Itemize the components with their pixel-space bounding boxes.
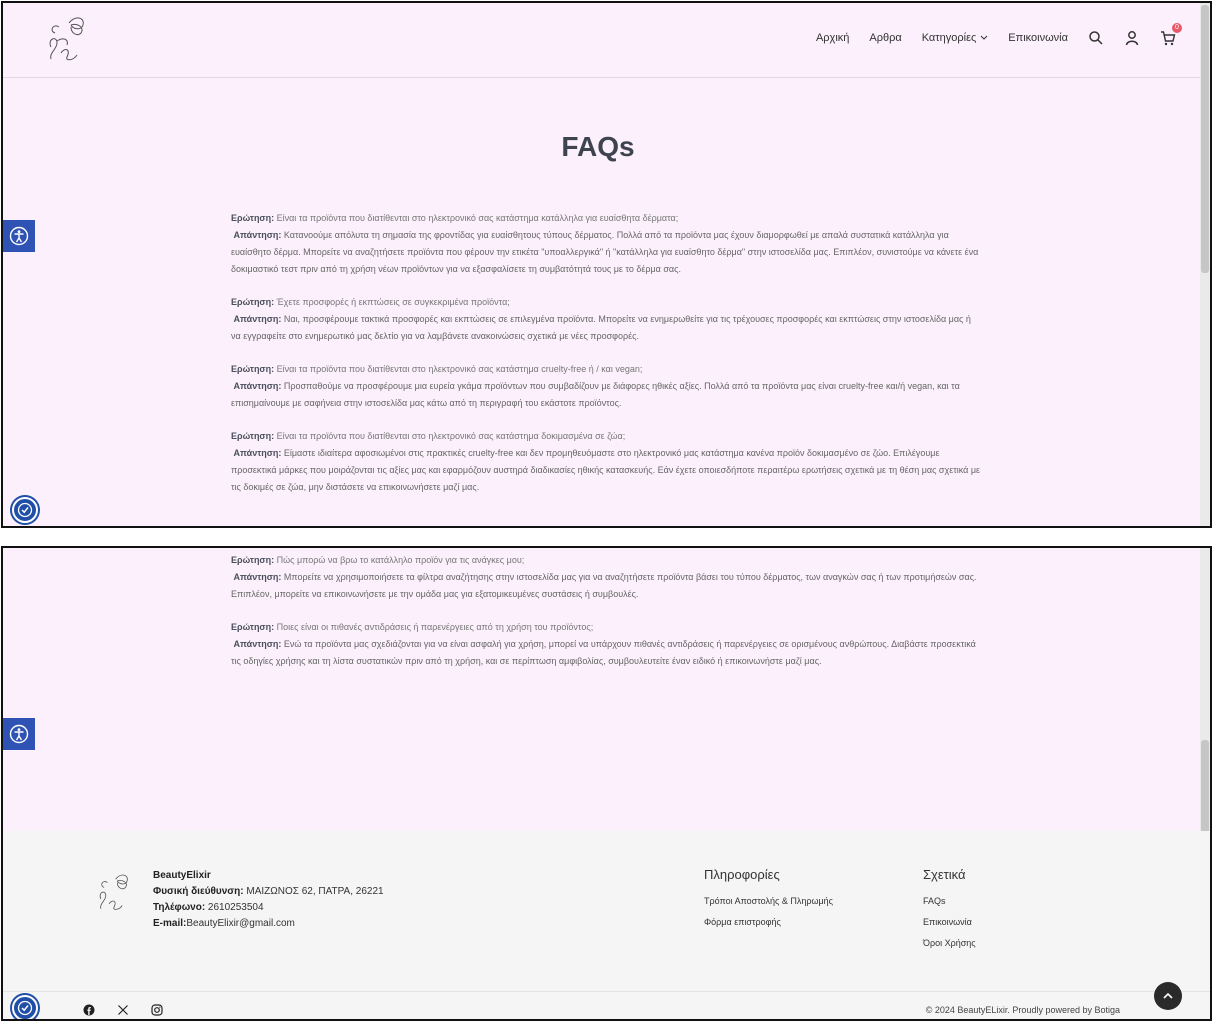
accessibility-toggle-button[interactable] [3, 220, 35, 252]
nav-categories[interactable]: Κατηγορίες [922, 32, 989, 44]
link-contact[interactable]: Επικοινωνία [923, 917, 976, 927]
scrollbar-thumb[interactable] [1201, 5, 1209, 273]
email-label: E-mail: [153, 918, 187, 929]
site-header: Αρχική Αρθρα Κατηγορίες Επικοινωνία 0 [3, 3, 1210, 78]
answer-text: Προσπαθούμε να προσφέρουμε μια ευρεία γκ… [231, 381, 960, 408]
link-shipping-payment[interactable]: Τρόποι Αποστολής & Πληρωμής [704, 896, 833, 906]
facebook-icon[interactable] [83, 1003, 95, 1016]
answer-label: Απάντηση: [233, 572, 282, 582]
answer-label: Απάντηση: [233, 314, 282, 324]
footer-bottom-bar: © 2024 BeautyELixir. Proudly powered by … [3, 991, 1210, 1019]
footer-about-title: Σχετικά [923, 867, 966, 882]
instagram-icon[interactable] [151, 1003, 163, 1016]
page-bottom-view: Ερώτηση: Πώς μπορώ να βρω το κατάλληλο π… [1, 546, 1212, 1021]
question-text: Έχετε προσφορές ή εκπτώσεις σε συγκεκριμ… [274, 297, 510, 307]
nav-contact-label: Επικοινωνία [1008, 32, 1068, 44]
accessibility-toggle-button[interactable] [3, 718, 35, 750]
address-label: Φυσική διεύθυνση: [153, 886, 244, 897]
site-footer: BeautyElixir Φυσική διεύθυνση: ΜΑΙΖΩΝΟΣ … [3, 831, 1210, 1019]
question-text: Ποιες είναι οι πιθανές αντιδράσεις ή παρ… [274, 622, 594, 632]
nav-articles[interactable]: Αρθρα [869, 32, 901, 44]
link-return-form[interactable]: Φόρμα επιστροφής [704, 917, 833, 927]
accessibility-widget-button[interactable] [12, 995, 38, 1019]
user-icon[interactable] [1124, 30, 1140, 46]
social-links [83, 1003, 163, 1016]
question-label: Ερώτηση: [231, 431, 275, 441]
cart-icon[interactable]: 0 [1160, 23, 1182, 46]
footer-info-title: Πληροφορίες [704, 867, 780, 882]
question-text: Είναι τα προϊόντα που διατίθενται στο ηλ… [274, 213, 679, 223]
address-value: ΜΑΙΖΩΝΟΣ 62, ΠΑΤΡΑ, 26221 [243, 886, 384, 897]
nav-contact[interactable]: Επικοινωνία [1008, 32, 1068, 44]
question-text: Πώς μπορώ να βρω το κατάλληλο προϊόν για… [274, 555, 525, 565]
question-label: Ερώτηση: [231, 297, 275, 307]
question-text: Είναι τα προϊόντα που διατίθενται στο ηλ… [274, 364, 643, 374]
page-top-view: Αρχική Αρθρα Κατηγορίες Επικοινωνία 0 FA… [1, 1, 1212, 528]
accessibility-widget-button[interactable] [12, 497, 38, 523]
question-label: Ερώτηση: [231, 555, 275, 565]
nav-categories-label: Κατηγορίες [921, 32, 977, 44]
footer-brand: BeautyElixir [153, 870, 211, 881]
answer-text: Ενώ τα προϊόντα μας σχεδιάζονται για να … [231, 639, 976, 666]
chevron-up-icon [1163, 992, 1173, 999]
footer-contact-info: BeautyElixir Φυσική διεύθυνση: ΜΑΙΖΩΝΟΣ … [153, 868, 384, 932]
page-scrollbar[interactable] [1200, 3, 1210, 526]
answer-label: Απάντηση: [233, 639, 282, 649]
answer-label: Απάντηση: [233, 448, 282, 458]
answer-text: Κατανοούμε απόλυτα τη σημασία της φροντί… [231, 230, 979, 274]
site-logo[interactable] [39, 13, 95, 69]
copyright-text: © 2024 BeautyELixir. Proudly powered by … [925, 1005, 1120, 1015]
faq-list-top: Ερώτηση: Είναι τα προϊόντα που διατίθεντ… [231, 210, 981, 496]
accessibility-icon [9, 724, 29, 744]
accessibility-icon [9, 226, 29, 246]
faq-list-bottom: Ερώτηση: Πώς μπορώ να βρω το κατάλληλο π… [231, 552, 981, 670]
faq-item: Ερώτηση: Ποιες είναι οι πιθανές αντιδράσ… [231, 619, 981, 670]
answer-label: Απάντηση: [233, 381, 282, 391]
answer-text: Μπορείτε να χρησιμοποιήσετε τα φίλτρα αν… [231, 572, 977, 599]
nav-articles-label: Αρθρα [869, 32, 902, 44]
page-title: FAQs [561, 131, 635, 162]
chevron-down-icon [980, 35, 988, 40]
faq-item: Ερώτηση: Είναι τα προϊόντα που διατίθεντ… [231, 210, 981, 278]
search-icon[interactable] [1088, 30, 1104, 46]
link-terms[interactable]: Όροι Χρήσης [923, 938, 976, 948]
faq-item: Ερώτηση: Έχετε προσφορές ή εκπτώσεις σε … [231, 294, 981, 345]
email-value[interactable]: BeautyElixir@gmail.com [186, 918, 295, 929]
main-nav: Αρχική Αρθρα Κατηγορίες Επικοινωνία 0 [816, 23, 1182, 46]
accessibility-icon [17, 502, 33, 518]
nav-home[interactable]: Αρχική [816, 32, 849, 44]
x-icon[interactable] [117, 1003, 129, 1015]
footer-about-column: Σχετικά FAQs Επικοινωνία Όροι Χρήσης [923, 867, 976, 959]
answer-label: Απάντηση: [233, 230, 282, 240]
cart-count-badge: 0 [1172, 23, 1182, 33]
faq-item: Ερώτηση: Είναι τα προϊόντα που διατίθεντ… [231, 428, 981, 496]
phone-value: 2610253504 [205, 902, 264, 913]
faq-item: Ερώτηση: Πώς μπορώ να βρω το κατάλληλο π… [231, 552, 981, 603]
nav-home-label: Αρχική [815, 32, 850, 44]
footer-logo[interactable] [91, 871, 137, 917]
phone-label: Τηλέφωνο: [153, 902, 206, 913]
question-text: Είναι τα προϊόντα που διατίθενται στο ηλ… [274, 431, 626, 441]
question-label: Ερώτηση: [231, 364, 275, 374]
answer-text: Ναι, προσφέρουμε τακτικά προσφορές και ε… [231, 314, 971, 341]
question-label: Ερώτηση: [231, 622, 275, 632]
question-label: Ερώτηση: [231, 213, 275, 223]
back-to-top-button[interactable] [1154, 982, 1182, 1010]
answer-text: Είμαστε ιδιαίτερα αφοσιωμένοι στις πρακτ… [231, 448, 981, 492]
footer-info-column: Πληροφορίες Τρόποι Αποστολής & Πληρωμής … [704, 867, 833, 938]
faq-item: Ερώτηση: Είναι τα προϊόντα που διατίθεντ… [231, 361, 981, 412]
accessibility-icon [17, 1000, 33, 1016]
link-faqs[interactable]: FAQs [923, 896, 976, 906]
